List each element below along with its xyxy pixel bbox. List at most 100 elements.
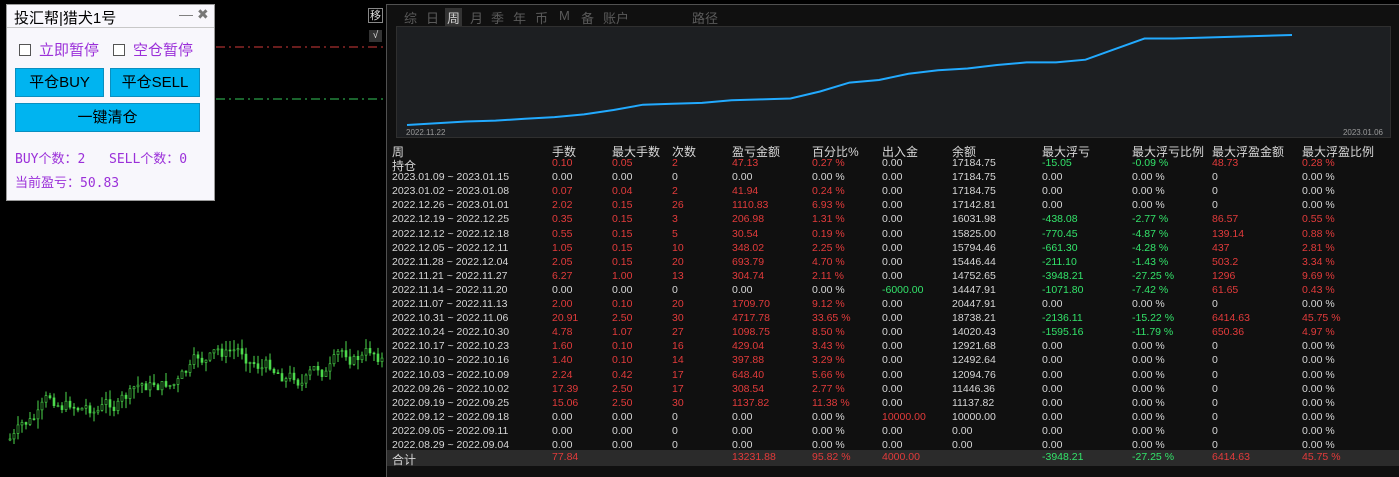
total-cell-10: 6414.63 [1212, 451, 1250, 463]
table-cell-9: 0.00 % [1132, 382, 1165, 395]
equity-line [406, 34, 1293, 126]
table-row[interactable]: 2022.11.07 ~ 2022.11.13 2.00 0.10 20 1709.70… [387, 298, 1399, 312]
table-cell-8: -3948.21 [1042, 269, 1084, 282]
chart-tool-button[interactable]: 移 [368, 8, 383, 23]
table-cell-11: 0.00 % [1302, 354, 1335, 367]
table-cell-9: -0.09 % [1132, 157, 1169, 169]
table-row[interactable]: 2022.11.21 ~ 2022.11.27 6.27 1.00 13 304.74 2… [387, 270, 1399, 284]
table-cell-11: 0.00 % [1302, 368, 1335, 381]
table-row[interactable]: 2022.12.19 ~ 2022.12.25 0.35 0.15 3 206.98 1.… [387, 213, 1399, 227]
candle-body [316, 366, 320, 371]
tab-9[interactable]: 账户 [603, 8, 629, 27]
table-cell-11: 0.00 % [1302, 382, 1335, 395]
equity-curve [406, 34, 1293, 126]
table-row[interactable]: 2022.09.12 ~ 2022.09.18 0.00 0.00 0 0.00 0.00… [387, 411, 1399, 425]
table-cell-9: 0.00 % [1132, 410, 1165, 423]
table-row[interactable]: 2022.10.03 ~ 2022.10.09 2.24 0.42 17 648.40 5… [387, 369, 1399, 383]
table-row[interactable]: 2022.10.10 ~ 2022.10.16 1.40 0.10 14 397.88 3… [387, 354, 1399, 368]
table-cell-11: 0.88 % [1302, 227, 1335, 240]
tab-6[interactable]: 币 [535, 8, 548, 27]
table-row[interactable]: 2022.10.17 ~ 2022.10.23 1.60 0.10 16 429.04 3… [387, 340, 1399, 354]
table-total-row: 合计 77.84 13231.88 95.82 % 4000.00 -3948.21 -27… [387, 450, 1399, 467]
candle-body [256, 363, 260, 369]
tab-1[interactable]: 日 [426, 8, 439, 27]
candle-body [68, 400, 72, 408]
pause-when-empty-checkbox[interactable]: 空仓暂停 [113, 39, 193, 60]
candle-body [140, 383, 144, 386]
candle-body [332, 354, 336, 365]
table-row[interactable]: 2022.09.19 ~ 2022.09.25 15.06 2.50 30 1137.8… [387, 397, 1399, 411]
table-row[interactable]: 2022.12.12 ~ 2022.12.18 0.55 0.15 5 30.54 0.1… [387, 228, 1399, 242]
tab-0[interactable]: 综 [404, 8, 417, 27]
checkbox-box[interactable] [19, 44, 31, 56]
table-cell-4: 429.04 [732, 340, 765, 353]
candle-body [220, 348, 224, 357]
close-icon[interactable]: ✖ [197, 6, 209, 23]
table-cell-6: 0.00 [882, 396, 903, 409]
table-cell-3: 13 [672, 269, 684, 282]
table-cell-5: 4.70 % [812, 255, 845, 268]
tab-7[interactable]: M [559, 8, 570, 23]
table-cell-3: 0 [672, 283, 678, 296]
table-row[interactable]: 2022.11.28 ~ 2022.12.04 2.05 0.15 20 693.79 4… [387, 256, 1399, 270]
tab-10[interactable]: 路径 [692, 8, 718, 27]
table-row[interactable]: 2022.10.24 ~ 2022.10.30 4.78 1.07 27 1098.75… [387, 326, 1399, 340]
table-cell-1: 15.06 [552, 396, 579, 409]
tab-5[interactable]: 年 [513, 8, 526, 27]
table-cell-0: 2023.01.02 ~ 2023.01.08 [392, 185, 510, 198]
candle-body [128, 388, 132, 399]
table-cell-8: 0.00 [1042, 199, 1063, 212]
candle-body [380, 357, 384, 362]
table-cell-1: 0.35 [552, 213, 573, 226]
table-cell-3: 17 [672, 368, 684, 381]
close-all-button[interactable]: 一键清仓 [15, 103, 200, 132]
table-cell-9: 0.00 % [1132, 298, 1165, 310]
table-cell-2: 0.15 [612, 227, 633, 240]
table-cell-6: 0.00 [882, 326, 903, 339]
table-row[interactable]: 2022.12.05 ~ 2022.12.11 1.05 0.15 10 348.02 2… [387, 242, 1399, 256]
candle-body [116, 400, 120, 411]
table-cell-8: 0.00 [1042, 368, 1063, 381]
checkbox-box[interactable] [113, 44, 125, 56]
candle-body [324, 370, 328, 377]
candle-body [308, 369, 312, 376]
table-cell-1: 0.00 [552, 424, 573, 437]
table-row[interactable]: 2022.09.26 ~ 2022.10.02 17.39 2.50 17 308.54… [387, 383, 1399, 397]
table-cell-5: 0.24 % [812, 185, 845, 198]
tab-2[interactable]: 周 [445, 8, 463, 27]
candle-body [40, 401, 44, 411]
table-cell-0: 2022.11.07 ~ 2022.11.13 [392, 298, 508, 310]
close-sell-button[interactable]: 平仓SELL [110, 68, 200, 97]
candle-body [204, 359, 208, 363]
pause-now-checkbox[interactable]: 立即暂停 [19, 39, 99, 60]
table-row[interactable]: 2022.11.14 ~ 2022.11.20 0.00 0.00 0 0.00 0.00… [387, 284, 1399, 298]
candle-body [248, 362, 252, 364]
tab-8[interactable]: 备 [581, 8, 594, 27]
minimize-icon[interactable]: — [179, 6, 193, 22]
table-cell-4: 648.40 [732, 368, 765, 381]
table-cell-3: 20 [672, 255, 684, 268]
table-cell-7: 14447.91 [952, 283, 996, 296]
table-cell-1: 1.40 [552, 354, 573, 367]
table-row[interactable]: 2023.01.02 ~ 2023.01.08 0.07 0.04 2 41.94 0.2… [387, 185, 1399, 199]
table-row[interactable]: 2022.09.05 ~ 2022.09.11 0.00 0.00 0 0.00 0.00… [387, 425, 1399, 439]
table-cell-8: 0.00 [1042, 410, 1063, 423]
close-buy-button[interactable]: 平仓BUY [15, 68, 104, 97]
candle-body [72, 406, 76, 409]
candle-body [352, 356, 356, 365]
table-cell-3: 0 [672, 424, 678, 437]
table-cell-9: -7.42 % [1132, 283, 1169, 296]
table-row[interactable]: 2023.01.09 ~ 2023.01.15 0.00 0.00 0 0.00 0.00… [387, 171, 1399, 185]
candle-body [20, 422, 24, 426]
table-cell-4: 0.00 [732, 283, 753, 296]
table-cell-7: 16031.98 [952, 213, 996, 226]
table-cell-0: 2022.11.14 ~ 2022.11.20 [392, 283, 508, 296]
table-row[interactable]: 2022.12.26 ~ 2023.01.01 2.02 0.15 26 1110.83… [387, 199, 1399, 213]
table-cell-8: -661.30 [1042, 241, 1078, 254]
table-row[interactable]: 2022.10.31 ~ 2022.11.06 20.91 2.50 30 4717.7… [387, 312, 1399, 326]
tab-3[interactable]: 月 [470, 8, 483, 27]
pause-now-label: 立即暂停 [39, 42, 100, 59]
table-row[interactable]: 持仓 0.10 0.05 2 47.13 0.27 % 0.00 17184.75 -15.05… [387, 157, 1399, 173]
tab-4[interactable]: 季 [491, 8, 504, 27]
table-cell-9: 0.00 % [1132, 396, 1165, 409]
